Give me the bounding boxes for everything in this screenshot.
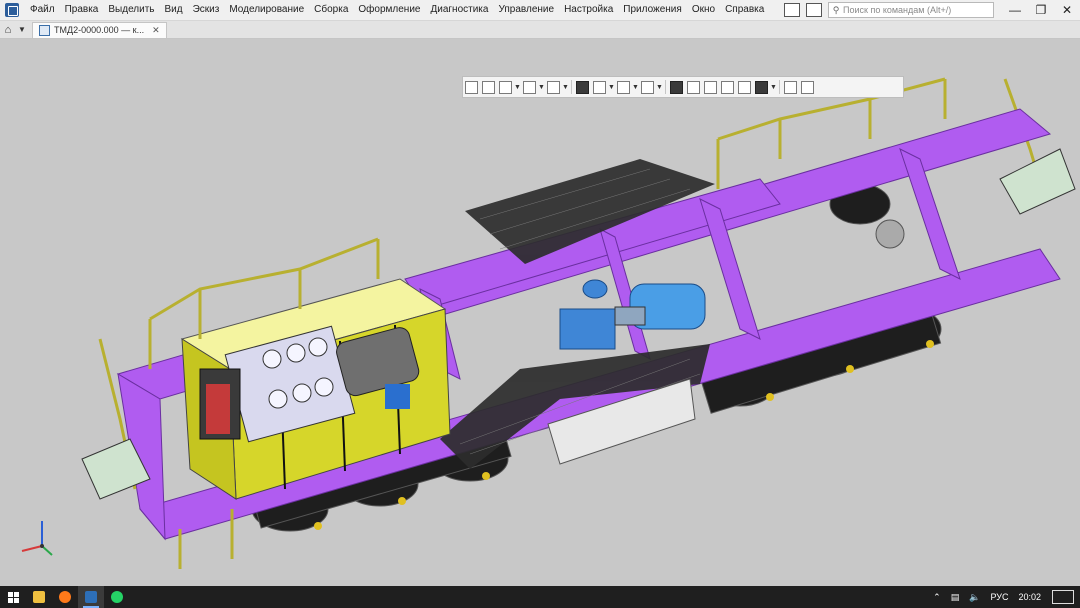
zoom-icon[interactable] — [499, 80, 512, 94]
document-tab[interactable]: ТМД2-0000.000 — к... ✕ — [32, 21, 167, 38]
model-viewport[interactable]: ▼ ▼ ▼ ▼ ▼ ▼ ▼ — [0, 39, 1080, 586]
rotate-icon[interactable] — [523, 80, 536, 94]
menu-help[interactable]: Справка — [720, 0, 769, 20]
file-explorer-icon — [33, 591, 45, 603]
screenshot-icon[interactable] — [806, 3, 822, 17]
toolbar-separator — [665, 80, 666, 94]
home-icon[interactable]: ⌂ — [0, 24, 16, 36]
windows-taskbar: ⌃ ▤ 🔈 РУС 20:02 — [0, 586, 1080, 608]
network-icon[interactable]: ▤ — [946, 592, 965, 603]
layers-icon[interactable] — [704, 80, 717, 94]
start-button[interactable] — [0, 586, 26, 608]
kompas-3d-icon — [85, 591, 97, 603]
section-icon[interactable] — [670, 80, 683, 94]
orientation-icon[interactable] — [547, 80, 560, 94]
firefox-icon — [59, 591, 71, 603]
menu-modeling[interactable]: Моделирование — [224, 0, 309, 20]
measure-icon[interactable] — [801, 80, 814, 94]
zoom-dropdown-icon[interactable]: ▼ — [514, 84, 521, 91]
menu-drafting[interactable]: Оформление — [353, 0, 425, 20]
menu-view[interactable]: Вид — [160, 0, 188, 20]
view-toolbar: ▼ ▼ ▼ ▼ ▼ ▼ ▼ — [462, 76, 904, 98]
snapshot-icon[interactable] — [784, 80, 797, 94]
search-placeholder: Поиск по командам (Alt+/) — [843, 5, 952, 15]
hide-dropdown-icon[interactable]: ▼ — [632, 84, 639, 91]
whatsapp-icon — [111, 591, 123, 603]
search-icon: ⚲ — [832, 4, 840, 15]
menu-manage[interactable]: Управление — [493, 0, 559, 20]
minimize-button[interactable]: — — [1002, 0, 1028, 20]
locomotive-3d-model — [21, 77, 1076, 569]
shaded-view-icon[interactable] — [576, 80, 589, 94]
visibility-icon[interactable] — [641, 80, 654, 94]
kompas-logo-icon[interactable] — [5, 3, 19, 17]
command-search-input[interactable]: ⚲ Поиск по командам (Alt+/) — [828, 2, 994, 18]
rotate-dropdown-icon[interactable]: ▼ — [538, 84, 545, 91]
taskbar-firefox[interactable] — [52, 586, 78, 608]
menu-file[interactable]: Файл — [25, 0, 60, 20]
visibility-dropdown-icon[interactable]: ▼ — [656, 84, 663, 91]
windows-logo-icon — [7, 591, 19, 603]
menu-diagnostics[interactable]: Диагностика — [425, 0, 493, 20]
taskbar-file-explorer[interactable] — [26, 586, 52, 608]
menu-settings[interactable]: Настройка — [559, 0, 618, 20]
menu-sketch[interactable]: Эскиз — [188, 0, 225, 20]
filter-dropdown-icon[interactable]: ▼ — [770, 84, 777, 91]
clock[interactable]: 20:02 — [1013, 592, 1046, 602]
render-icon[interactable] — [738, 80, 751, 94]
taskbar-kompas-3d[interactable] — [78, 586, 104, 608]
panel-layout-icon[interactable] — [784, 3, 800, 17]
display-dropdown-icon[interactable]: ▼ — [608, 84, 615, 91]
language-indicator[interactable]: РУС — [985, 592, 1013, 602]
tray-overflow-icon[interactable]: ⌃ — [928, 592, 946, 603]
menu-edit[interactable]: Правка — [60, 0, 104, 20]
taskbar-whatsapp[interactable] — [104, 586, 130, 608]
menu-right-area: ⚲ Поиск по командам (Alt+/) — ❐ ✕ — [784, 0, 1080, 20]
axis-triad-icon — [21, 521, 53, 556]
view-cube-icon[interactable] — [593, 80, 606, 94]
filter-icon[interactable] — [755, 80, 768, 94]
volume-icon[interactable]: 🔈 — [964, 592, 985, 603]
document-tab-title: ТМД2-0000.000 — к... — [54, 25, 145, 35]
toolbar-separator — [571, 80, 572, 94]
orientation-dropdown-icon[interactable]: ▼ — [562, 84, 569, 91]
assembly-document-icon — [39, 24, 50, 36]
hide-icon[interactable] — [617, 80, 630, 94]
document-tab-bar: ⌂ ▼ ТМД2-0000.000 — к... ✕ — [0, 21, 1080, 39]
menu-select[interactable]: Выделить — [103, 0, 159, 20]
pan-icon[interactable] — [482, 80, 495, 94]
show-all-icon[interactable] — [465, 80, 478, 94]
restore-button[interactable]: ❐ — [1028, 0, 1054, 20]
notifications-icon[interactable] — [1052, 590, 1074, 604]
close-window-button[interactable]: ✕ — [1054, 0, 1080, 20]
system-tray: ⌃ ▤ 🔈 РУС 20:02 — [928, 586, 1080, 608]
tabs-dropdown-icon[interactable]: ▼ — [16, 25, 28, 34]
menu-assembly[interactable]: Сборка — [309, 0, 353, 20]
toolbar-separator — [779, 80, 780, 94]
copy-view-icon[interactable] — [687, 80, 700, 94]
properties-icon[interactable] — [721, 80, 734, 94]
menu-bar: Файл Правка Выделить Вид Эскиз Моделиров… — [0, 0, 1080, 21]
close-tab-icon[interactable]: ✕ — [152, 25, 160, 36]
menu-window[interactable]: Окно — [687, 0, 720, 20]
menu-applications[interactable]: Приложения — [618, 0, 687, 20]
